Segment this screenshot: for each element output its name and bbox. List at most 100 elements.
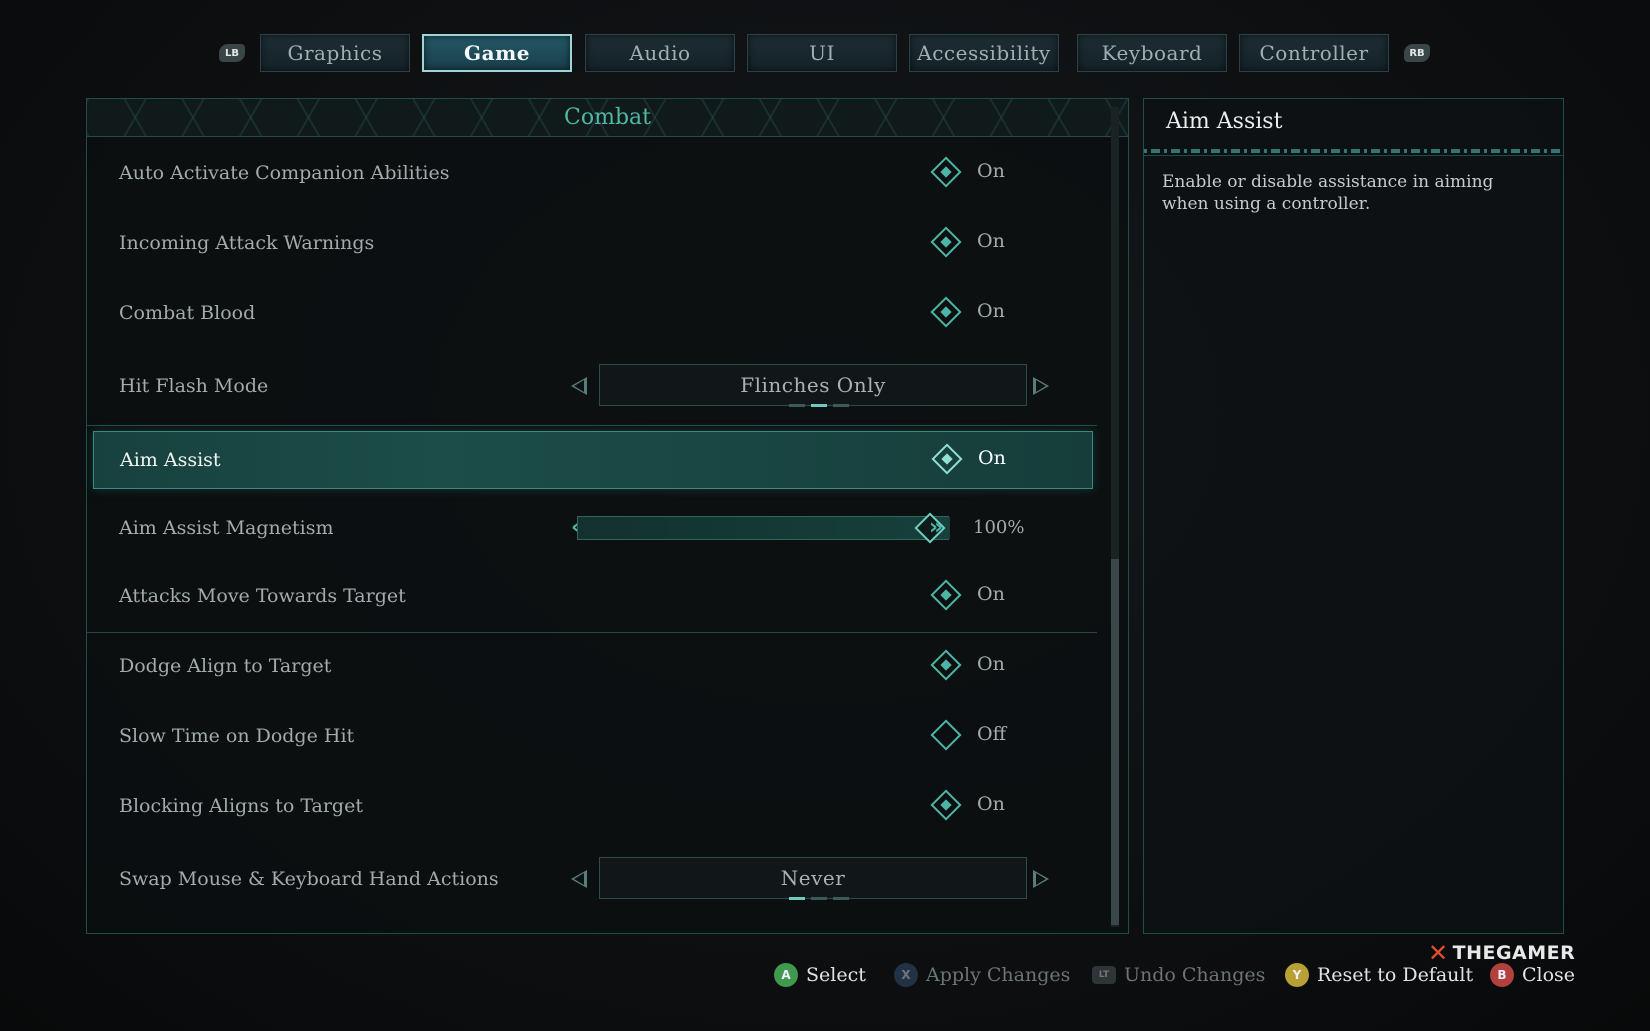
slider-fill <box>578 517 950 539</box>
option-dot <box>833 404 849 407</box>
setting-label: Combat Blood <box>119 302 256 324</box>
cycler-value[interactable]: Flinches Only <box>599 364 1027 406</box>
setting-label: Incoming Attack Warnings <box>119 232 375 254</box>
divider <box>87 425 1097 426</box>
diamond-on-icon <box>930 649 962 681</box>
option-cycler: Flinches Only <box>571 364 1051 408</box>
button-prompt-bar: A Select X Apply Changes LT Undo Changes… <box>0 960 1650 990</box>
setting-toggle[interactable]: On <box>930 296 1055 328</box>
setting-label: Swap Mouse & Keyboard Hand Actions <box>119 868 499 890</box>
magnetism-slider[interactable]: « » 100% <box>571 508 1031 548</box>
setting-row-swap-mouse-keyboard-hand-actions[interactable]: Swap Mouse & Keyboard Hand Actions Never <box>93 850 1093 908</box>
option-dot <box>811 404 827 407</box>
setting-label: Blocking Aligns to Target <box>119 795 363 817</box>
setting-label: Aim Assist <box>120 449 221 471</box>
arrow-left-icon[interactable] <box>571 377 587 395</box>
setting-value: On <box>977 160 1005 182</box>
watermark-logo: ✕ THEGAMER <box>1428 938 1575 968</box>
select-prompt[interactable]: A Select <box>774 960 866 990</box>
diamond-on-icon <box>930 156 962 188</box>
setting-value: On <box>977 793 1005 815</box>
setting-value: On <box>977 300 1005 322</box>
settings-list-panel: Combat Auto Activate Companion Abilities… <box>86 98 1129 934</box>
tab-accessibility[interactable]: Accessibility <box>909 34 1059 72</box>
logo-icon: ✕ <box>1428 939 1449 967</box>
setting-row-incoming-attack-warnings[interactable]: Incoming Attack Warnings On <box>93 214 1093 272</box>
setting-row-dodge-align-to-target[interactable]: Dodge Align to Target On <box>93 637 1093 695</box>
setting-toggle[interactable]: Off <box>930 719 1055 751</box>
undo-changes-prompt[interactable]: LT Undo Changes <box>1092 960 1265 990</box>
option-dot <box>789 897 805 900</box>
tab-graphics[interactable]: Graphics <box>260 34 410 72</box>
diamond-on-icon <box>930 579 962 611</box>
y-button-icon: Y <box>1285 963 1309 987</box>
setting-value: On <box>977 583 1005 605</box>
ornament-divider <box>1144 149 1563 153</box>
diamond-on-icon <box>930 226 962 258</box>
setting-row-blocking-aligns-to-target[interactable]: Blocking Aligns to Target On <box>93 777 1093 835</box>
setting-label: Attacks Move Towards Target <box>119 585 406 607</box>
option-indicator <box>789 897 849 901</box>
double-chevron-right-icon[interactable]: » <box>929 516 943 540</box>
setting-row-slow-time-on-dodge-hit[interactable]: Slow Time on Dodge Hit Off <box>93 707 1093 765</box>
apply-changes-prompt[interactable]: X Apply Changes <box>894 960 1070 990</box>
setting-row-combat-blood[interactable]: Combat Blood On <box>93 284 1093 342</box>
section-header: Combat <box>87 99 1128 137</box>
prompt-label: Undo Changes <box>1124 964 1266 986</box>
option-dot <box>833 897 849 900</box>
arrow-right-icon[interactable] <box>1033 377 1049 395</box>
setting-value: On <box>977 230 1005 252</box>
setting-value: Off <box>977 723 1007 745</box>
option-dot <box>811 897 827 900</box>
scrollbar-thumb[interactable] <box>1111 559 1119 925</box>
diamond-off-icon <box>930 719 962 751</box>
setting-label: Dodge Align to Target <box>119 655 332 677</box>
option-dot <box>789 404 805 407</box>
a-button-icon: A <box>774 963 798 987</box>
section-title: Combat <box>564 105 651 130</box>
tab-controller[interactable]: Controller <box>1239 34 1389 72</box>
setting-toggle[interactable]: On <box>930 579 1055 611</box>
setting-row-aim-assist[interactable]: Aim Assist On <box>93 431 1093 489</box>
option-indicator <box>789 404 849 408</box>
description-title: Aim Assist <box>1166 109 1283 134</box>
setting-value: On <box>978 447 1006 469</box>
diamond-on-icon <box>930 296 962 328</box>
tab-ui[interactable]: UI <box>747 34 897 72</box>
setting-toggle[interactable]: On <box>930 226 1055 258</box>
setting-toggle[interactable]: On <box>930 789 1055 821</box>
setting-toggle[interactable]: On <box>930 649 1055 681</box>
setting-value: On <box>977 653 1005 675</box>
setting-row-hit-flash-mode[interactable]: Hit Flash Mode Flinches Only <box>93 357 1093 415</box>
diamond-on-icon <box>930 789 962 821</box>
tab-audio[interactable]: Audio <box>585 34 735 72</box>
divider <box>1144 155 1563 156</box>
setting-toggle[interactable]: On <box>931 443 1056 475</box>
setting-label: Aim Assist Magnetism <box>119 517 334 539</box>
diamond-on-icon <box>931 443 963 475</box>
description-text: Enable or disable assistance in aiming w… <box>1162 172 1494 214</box>
rb-bumper-icon[interactable]: RB <box>1404 44 1430 62</box>
cycler-value[interactable]: Never <box>599 857 1027 899</box>
x-button-icon: X <box>894 963 918 987</box>
lb-bumper-icon[interactable]: LB <box>219 44 245 62</box>
tab-game[interactable]: Game <box>422 34 572 72</box>
arrow-right-icon[interactable] <box>1033 870 1049 888</box>
option-cycler: Never <box>571 857 1051 901</box>
setting-row-auto-activate-companion-abilities[interactable]: Auto Activate Companion Abilities On <box>93 144 1093 202</box>
arrow-left-icon[interactable] <box>571 870 587 888</box>
divider <box>87 632 1097 633</box>
slider-track[interactable] <box>577 516 950 540</box>
setting-label: Slow Time on Dodge Hit <box>119 725 355 747</box>
prompt-label: Select <box>806 964 866 986</box>
slider-value: 100% <box>973 517 1025 538</box>
scrollbar[interactable] <box>1111 107 1119 927</box>
tab-keyboard[interactable]: Keyboard <box>1077 34 1227 72</box>
watermark-text: THEGAMER <box>1452 942 1576 964</box>
lt-trigger-icon: LT <box>1092 966 1116 984</box>
setting-row-attacks-move-towards-target[interactable]: Attacks Move Towards Target On <box>93 567 1093 625</box>
settings-tab-bar: LB Graphics Game Audio UI Accessibility … <box>0 34 1650 74</box>
setting-label: Hit Flash Mode <box>119 375 269 397</box>
setting-toggle[interactable]: On <box>930 156 1055 188</box>
setting-row-aim-assist-magnetism[interactable]: Aim Assist Magnetism « » 100% <box>93 499 1093 557</box>
